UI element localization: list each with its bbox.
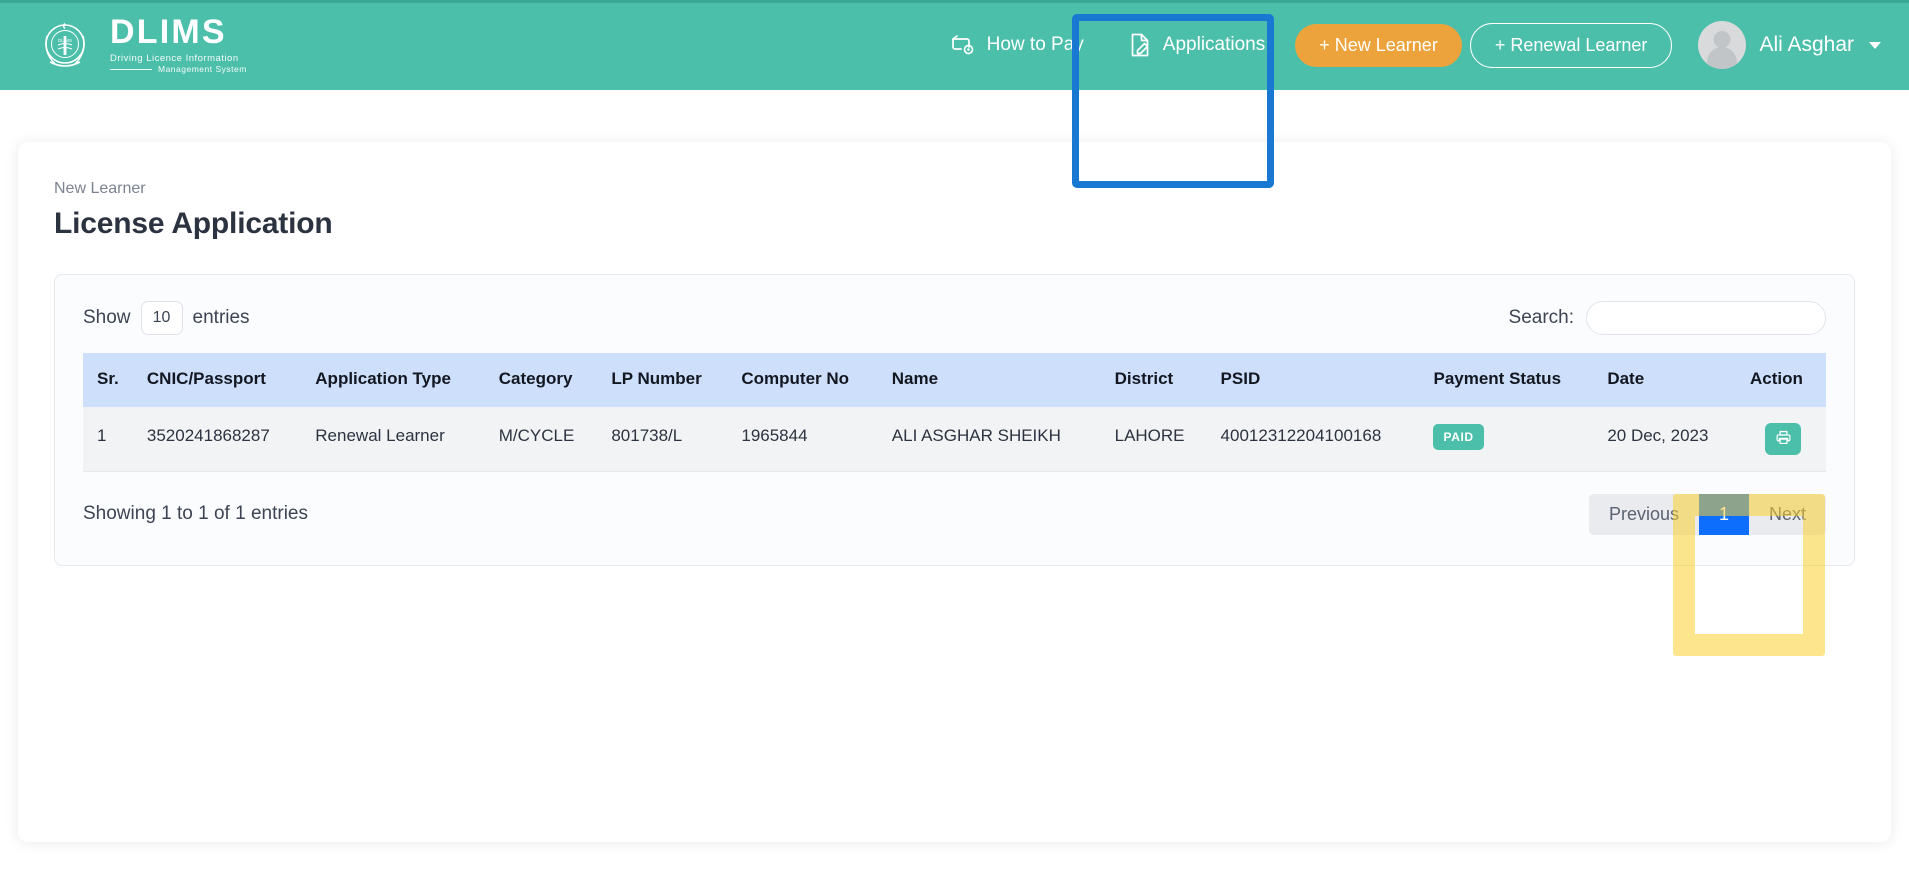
cell-lp-number: 801738/L [601,406,732,472]
datatable-panel: Show 10 entries Search: Sr. CNIC/Passpor… [54,274,1855,566]
nav-item-how-to-pay[interactable]: How to Pay [928,23,1106,67]
brand-divider-rule [110,69,152,71]
user-name-label: Ali Asghar [1759,33,1854,56]
svg-text:DLIMS: DLIMS [58,38,72,43]
brand-title: DLIMS [110,12,227,51]
cell-category: M/CYCLE [488,406,602,472]
search-label: Search: [1508,307,1574,328]
search-input[interactable] [1586,301,1826,335]
table-row[interactable]: 1 3520241868287 Renewal Learner M/CYCLE … [83,406,1826,472]
pagination-next[interactable]: Next [1748,493,1826,535]
cell-date: 20 Dec, 2023 [1597,406,1741,472]
cell-district: LAHORE [1104,406,1211,472]
column-header-district[interactable]: District [1104,353,1211,407]
search-control: Search: [1509,301,1826,335]
entries-label: entries [192,307,250,328]
cell-application-type: Renewal Learner [305,406,489,472]
top-header-bar: DLIMS DLIMS Driving Licence Information … [0,0,1909,90]
column-header-name[interactable]: Name [881,353,1105,407]
brand-subtitle-line1: Driving Licence Information [110,52,239,64]
brand-subtitle-line2-wrap: Management System [110,64,247,75]
column-header-date[interactable]: Date [1597,353,1741,407]
print-icon [1775,429,1792,449]
table-head: Sr. CNIC/Passport Application Type Categ… [83,353,1826,407]
brand-logo[interactable]: DLIMS DLIMS Driving Licence Information … [34,14,247,76]
table-info-text: Showing 1 to 1 of 1 entries [83,503,308,525]
cell-cnic-passport: 3520241868287 [136,406,306,472]
column-header-computer-no[interactable]: Computer No [731,353,882,407]
pagination-previous[interactable]: Previous [1588,493,1699,535]
cell-computer-no: 1965844 [731,406,882,472]
how-to-pay-icon [950,33,976,57]
table-header-row: Sr. CNIC/Passport Application Type Categ… [83,353,1826,407]
pagination-page-1[interactable]: 1 [1698,493,1749,535]
column-header-payment-status[interactable]: Payment Status [1423,353,1598,407]
renewal-learner-button[interactable]: + Renewal Learner [1469,22,1673,68]
applications-document-edit-icon [1128,32,1152,58]
column-header-sr[interactable]: Sr. [83,353,137,407]
length-control: Show 10 entries [83,301,250,335]
nav-label-how-to-pay: How to Pay [986,34,1084,55]
column-header-cnic-passport[interactable]: CNIC/Passport [136,353,306,407]
status-badge: PAID [1433,423,1484,450]
page-body: New Learner License Application Show 10 … [0,142,1909,874]
brand-subtitle-line2: Management System [158,64,247,75]
datatable-toolbar: Show 10 entries Search: [83,301,1826,335]
user-menu[interactable]: Ali Asghar [1698,21,1881,69]
government-crest-icon: DLIMS [34,14,96,76]
page-title: License Application [54,207,333,240]
content-card: New Learner License Application Show 10 … [18,142,1891,842]
main-navigation: How to Pay Applications + New Learner + … [928,21,1881,69]
table-body: 1 3520241868287 Renewal Learner M/CYCLE … [83,406,1826,472]
column-header-action[interactable]: Action [1740,353,1826,407]
show-label: Show [83,307,131,328]
column-header-application-type[interactable]: Application Type [305,353,489,407]
column-header-psid[interactable]: PSID [1210,353,1424,407]
nav-label-applications: Applications [1162,34,1266,55]
print-button[interactable] [1765,422,1802,455]
applications-table: Sr. CNIC/Passport Application Type Categ… [83,353,1826,472]
new-learner-button[interactable]: + New Learner [1295,23,1462,67]
pagination: Previous 1 Next [1588,493,1826,535]
nav-item-applications[interactable]: Applications [1106,22,1287,68]
cell-psid: 40012312204100168 [1210,406,1424,472]
column-header-category[interactable]: Category [488,353,602,407]
column-header-lp-number[interactable]: LP Number [601,353,732,407]
user-avatar-icon [1698,21,1747,69]
cell-action [1740,406,1826,472]
datatable-footer: Showing 1 to 1 of 1 entries Previous 1 N… [83,493,1826,535]
cell-name: ALI ASGHAR SHEIKH [881,406,1105,472]
cell-sr: 1 [83,406,137,472]
page-length-select[interactable]: 10 [140,301,183,335]
cell-payment-status: PAID [1423,406,1598,472]
chevron-down-icon [1869,41,1881,49]
breadcrumb: New Learner [54,180,146,197]
